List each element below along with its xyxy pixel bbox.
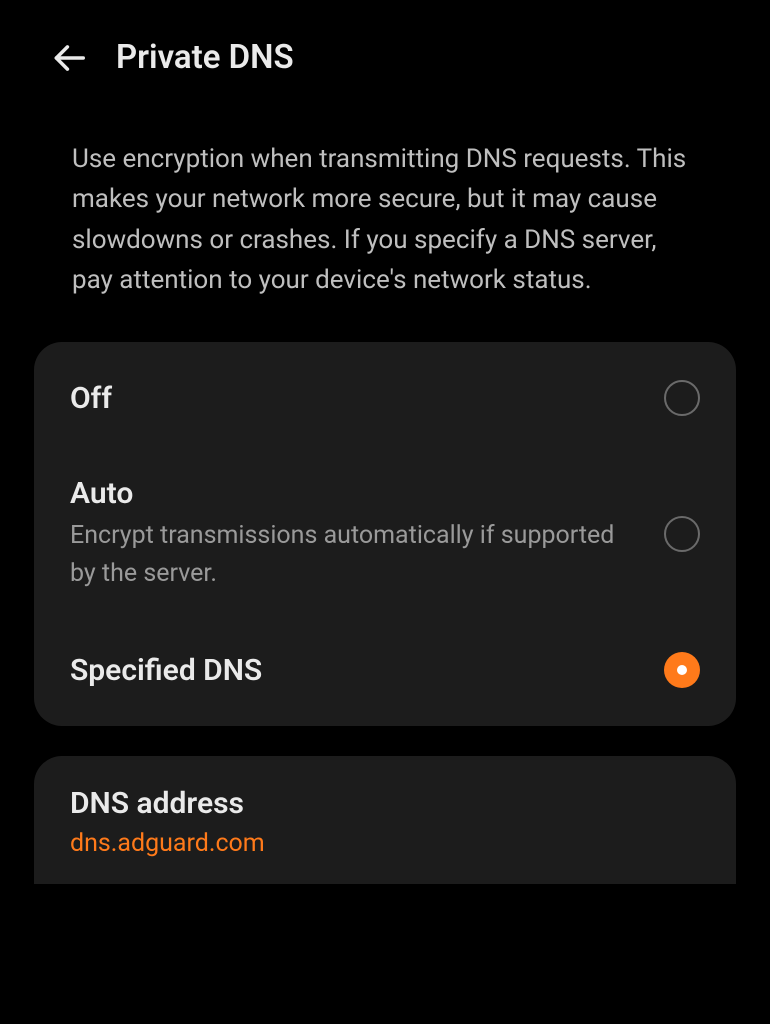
option-auto[interactable]: Auto Encrypt transmissions automatically… <box>34 446 736 622</box>
back-arrow-icon[interactable] <box>50 39 88 77</box>
option-off-label: Off <box>70 381 664 416</box>
option-specified-text: Specified DNS <box>70 653 664 688</box>
header: Private DNS <box>0 0 770 77</box>
radio-specified[interactable] <box>664 652 700 688</box>
option-specified-label: Specified DNS <box>70 653 664 688</box>
option-off[interactable]: Off <box>34 350 736 446</box>
page-title: Private DNS <box>116 38 294 77</box>
dns-address-value: dns.adguard.com <box>70 829 700 858</box>
option-off-text: Off <box>70 381 664 416</box>
dns-address-label: DNS address <box>70 786 700 821</box>
option-specified[interactable]: Specified DNS <box>34 622 736 718</box>
option-auto-sublabel: Encrypt transmissions automatically if s… <box>70 517 664 592</box>
option-auto-text: Auto Encrypt transmissions automatically… <box>70 476 664 592</box>
dns-address-panel[interactable]: DNS address dns.adguard.com <box>34 756 736 884</box>
radio-auto[interactable] <box>664 516 700 552</box>
radio-off[interactable] <box>664 380 700 416</box>
description-text: Use encryption when transmitting DNS req… <box>0 77 770 300</box>
option-auto-label: Auto <box>70 476 664 511</box>
dns-options-panel: Off Auto Encrypt transmissions automatic… <box>34 342 736 726</box>
